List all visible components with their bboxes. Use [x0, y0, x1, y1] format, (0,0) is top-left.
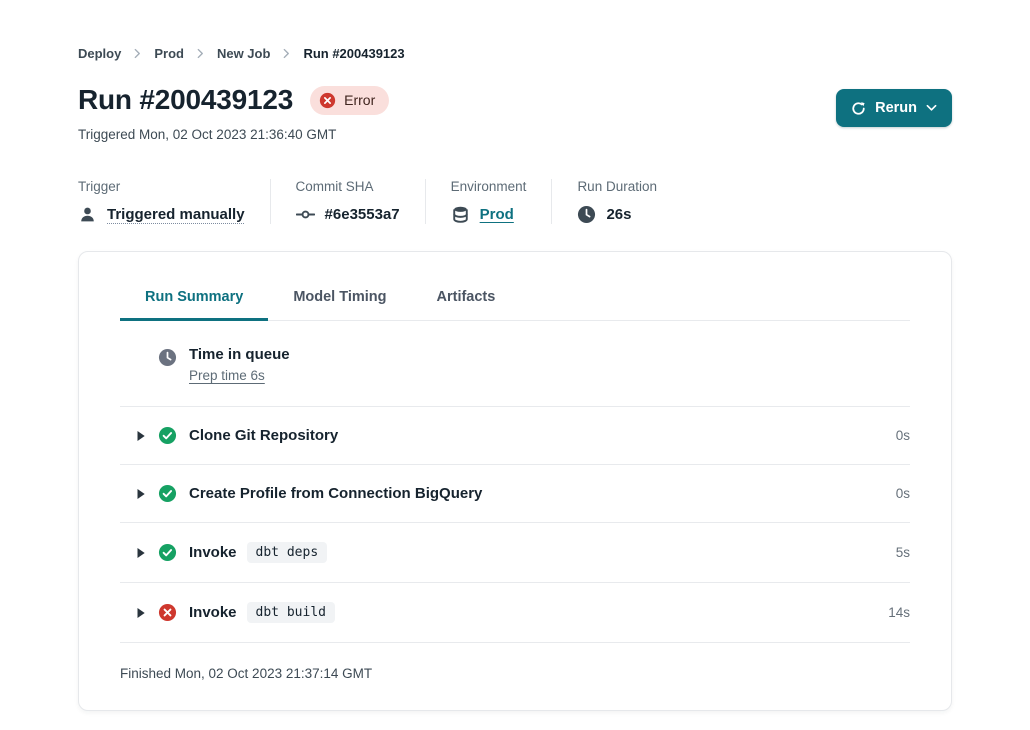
expand-caret-icon[interactable]	[136, 547, 146, 559]
step-duration: 14s	[888, 605, 910, 620]
tab-label: Artifacts	[437, 289, 496, 305]
triggered-timestamp: Triggered Mon, 02 Oct 2023 21:36:40 GMT	[78, 127, 389, 142]
breadcrumb: Deploy Prod New Job Run #200439123	[78, 46, 952, 61]
prep-time-link[interactable]: Prep time 6s	[189, 368, 265, 383]
tab[interactable]: Run Summary	[120, 289, 268, 321]
trigger-label: Trigger	[78, 179, 245, 194]
expand-caret-icon[interactable]	[136, 430, 146, 442]
breadcrumb-link[interactable]: New Job	[217, 46, 270, 61]
commit-sha-value: #6e3553a7	[325, 206, 400, 223]
database-icon	[451, 205, 470, 224]
step-title: Invoke	[189, 544, 237, 561]
step-list: Clone Git Repository 0s Create Profile f…	[120, 407, 910, 643]
tab[interactable]: Artifacts	[412, 289, 521, 321]
step-command-chip: dbt deps	[247, 542, 328, 563]
user-icon	[78, 205, 97, 224]
environment-label: Environment	[451, 179, 527, 194]
step-title: Clone Git Repository	[189, 427, 338, 444]
run-meta-row: Trigger Triggered manually Commit SHA #6…	[78, 179, 952, 224]
tabs: Run Summary Model Timing Artifacts	[120, 252, 910, 321]
chevron-right-icon	[283, 48, 290, 59]
meta-trigger: Trigger Triggered manually	[78, 179, 271, 224]
step-duration: 0s	[896, 486, 910, 501]
success-check-icon	[158, 484, 177, 503]
breadcrumb-item[interactable]: Prod	[154, 46, 217, 61]
breadcrumb-item[interactable]: Run #200439123	[303, 46, 404, 61]
clock-icon	[577, 205, 596, 224]
run-duration-value: 26s	[606, 206, 631, 223]
step-row: Invoke dbt build 14s	[120, 583, 910, 643]
meta-environment: Environment Prod	[451, 179, 553, 224]
step-row: Clone Git Repository 0s	[120, 407, 910, 465]
step-duration: 5s	[896, 545, 910, 560]
error-x-icon	[158, 603, 177, 622]
success-check-icon	[158, 426, 177, 445]
step-title: Create Profile from Connection BigQuery	[189, 485, 482, 502]
tab-label: Run Summary	[145, 289, 243, 305]
tab[interactable]: Model Timing	[268, 289, 411, 321]
success-check-icon	[158, 543, 177, 562]
tab-label: Model Timing	[293, 289, 386, 305]
run-detail-page: Deploy Prod New Job Run #200439123 Run #…	[0, 0, 1030, 711]
git-commit-icon	[296, 205, 315, 224]
breadcrumb-link[interactable]: Deploy	[78, 46, 121, 61]
step-row: Create Profile from Connection BigQuery …	[120, 465, 910, 523]
step-command-chip: dbt build	[247, 602, 335, 623]
run-summary-card: Run Summary Model Timing Artifacts Time …	[78, 251, 952, 711]
queue-title: Time in queue	[189, 346, 290, 363]
refresh-icon	[851, 101, 866, 116]
breadcrumb-item[interactable]: Deploy	[78, 46, 154, 61]
finished-timestamp: Finished Mon, 02 Oct 2023 21:37:14 GMT	[120, 643, 910, 710]
step-row: Invoke dbt deps 5s	[120, 523, 910, 583]
error-circle-icon	[319, 92, 336, 109]
queue-clock-icon	[158, 348, 177, 367]
breadcrumb-item[interactable]: New Job	[217, 46, 303, 61]
chevron-right-icon	[197, 48, 204, 59]
meta-duration: Run Duration 26s	[577, 179, 682, 224]
status-badge: Error	[310, 86, 389, 115]
commit-sha-label: Commit SHA	[296, 179, 400, 194]
rerun-button[interactable]: Rerun	[836, 89, 952, 127]
expand-caret-icon[interactable]	[136, 607, 146, 619]
time-in-queue-row: Time in queue Prep time 6s	[120, 321, 910, 407]
step-duration: 0s	[896, 428, 910, 443]
breadcrumb-link[interactable]: Run #200439123	[303, 46, 404, 61]
step-title: Invoke	[189, 604, 237, 621]
rerun-button-label: Rerun	[875, 100, 917, 116]
environment-link[interactable]: Prod	[480, 206, 514, 223]
breadcrumb-link[interactable]: Prod	[154, 46, 184, 61]
meta-commit: Commit SHA #6e3553a7	[296, 179, 426, 224]
run-duration-label: Run Duration	[577, 179, 657, 194]
chevron-down-icon	[926, 104, 937, 112]
chevron-right-icon	[134, 48, 141, 59]
page-title: Run #200439123	[78, 84, 293, 116]
status-badge-label: Error	[344, 92, 375, 108]
expand-caret-icon[interactable]	[136, 488, 146, 500]
header: Run #200439123 Error Triggered Mon, 02 O…	[78, 84, 952, 142]
trigger-value[interactable]: Triggered manually	[107, 206, 245, 223]
